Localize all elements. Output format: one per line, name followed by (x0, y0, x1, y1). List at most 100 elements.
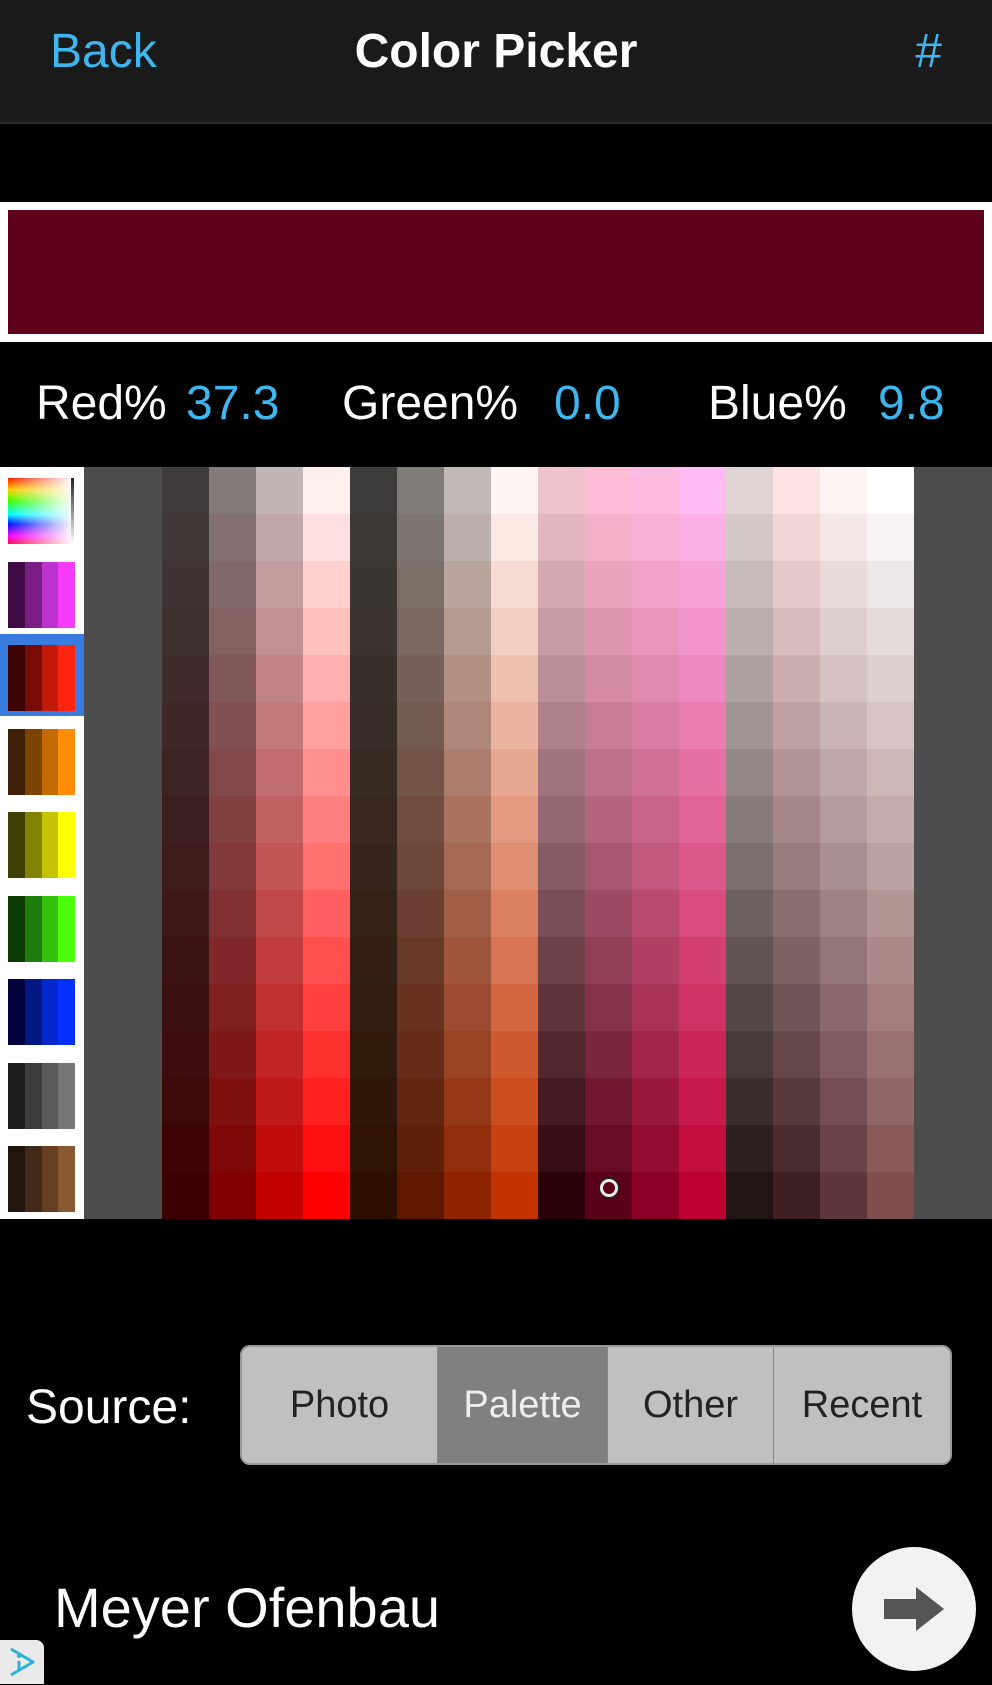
color-cell[interactable] (397, 702, 444, 749)
color-cell[interactable] (726, 937, 773, 984)
color-cell[interactable] (162, 1125, 209, 1172)
color-cell[interactable] (867, 467, 914, 514)
color-cell[interactable] (303, 1172, 350, 1219)
color-cell[interactable] (256, 1172, 303, 1219)
color-cell[interactable] (585, 937, 632, 984)
color-cell[interactable] (726, 796, 773, 843)
color-cell[interactable] (538, 1078, 585, 1125)
color-cell[interactable] (820, 749, 867, 796)
palette-blue[interactable] (0, 968, 84, 1050)
color-cell[interactable] (726, 608, 773, 655)
color-cell[interactable] (867, 561, 914, 608)
color-cell[interactable] (726, 655, 773, 702)
color-cell[interactable] (585, 608, 632, 655)
color-cell[interactable] (209, 1031, 256, 1078)
color-cell[interactable] (867, 890, 914, 937)
color-cell[interactable] (256, 561, 303, 608)
color-cell[interactable] (256, 749, 303, 796)
color-cell[interactable] (632, 514, 679, 561)
color-cell[interactable] (350, 843, 397, 890)
color-cell[interactable] (350, 608, 397, 655)
color-cell[interactable] (773, 890, 820, 937)
color-cell[interactable] (256, 796, 303, 843)
color-cell[interactable] (632, 843, 679, 890)
color-cell[interactable] (350, 937, 397, 984)
color-cell[interactable] (726, 1078, 773, 1125)
color-cell[interactable] (303, 561, 350, 608)
color-cell[interactable] (538, 1031, 585, 1078)
color-cell[interactable] (350, 561, 397, 608)
color-cell[interactable] (256, 514, 303, 561)
color-cell[interactable] (397, 1031, 444, 1078)
source-option-palette[interactable]: Palette (437, 1347, 607, 1463)
color-cell[interactable] (162, 984, 209, 1031)
color-cell[interactable] (162, 937, 209, 984)
palette-red[interactable] (0, 634, 84, 716)
color-cell[interactable] (585, 749, 632, 796)
color-cell[interactable] (538, 702, 585, 749)
color-cell[interactable] (820, 1078, 867, 1125)
color-cell[interactable] (867, 514, 914, 561)
color-cell[interactable] (350, 1078, 397, 1125)
color-cell[interactable] (303, 514, 350, 561)
color-cell[interactable] (867, 1125, 914, 1172)
color-cell[interactable] (820, 514, 867, 561)
color-cell[interactable] (256, 937, 303, 984)
color-cell[interactable] (397, 890, 444, 937)
color-cell[interactable] (679, 937, 726, 984)
color-cell[interactable] (773, 608, 820, 655)
color-cell[interactable] (585, 890, 632, 937)
color-cell[interactable] (867, 937, 914, 984)
color-cell[interactable] (209, 514, 256, 561)
hex-input-button[interactable]: # (915, 24, 942, 79)
color-cell[interactable] (773, 984, 820, 1031)
color-cell[interactable] (773, 1125, 820, 1172)
palette-orange[interactable] (0, 718, 84, 800)
color-cell[interactable] (444, 1125, 491, 1172)
color-cell[interactable] (726, 749, 773, 796)
color-grid[interactable] (162, 467, 914, 1219)
color-cell[interactable] (538, 796, 585, 843)
color-cell[interactable] (350, 655, 397, 702)
color-cell[interactable] (162, 843, 209, 890)
color-cell[interactable] (726, 702, 773, 749)
color-cell[interactable] (820, 561, 867, 608)
color-cell[interactable] (585, 561, 632, 608)
color-cell[interactable] (303, 1031, 350, 1078)
color-cell[interactable] (820, 702, 867, 749)
color-cell[interactable] (303, 608, 350, 655)
palette-purple[interactable] (0, 551, 84, 633)
color-cell[interactable] (820, 796, 867, 843)
color-cell[interactable] (773, 1078, 820, 1125)
color-cell[interactable] (820, 1125, 867, 1172)
color-cell[interactable] (538, 749, 585, 796)
color-cell[interactable] (256, 702, 303, 749)
color-cell[interactable] (444, 514, 491, 561)
color-cell[interactable] (397, 467, 444, 514)
color-cell[interactable] (209, 561, 256, 608)
color-cell[interactable] (256, 1031, 303, 1078)
color-cell[interactable] (632, 796, 679, 843)
color-cell[interactable] (867, 1078, 914, 1125)
color-cell[interactable] (585, 1125, 632, 1172)
color-cell[interactable] (679, 467, 726, 514)
color-cell[interactable] (538, 890, 585, 937)
color-cell[interactable] (350, 890, 397, 937)
color-cell[interactable] (820, 890, 867, 937)
color-cell[interactable] (256, 984, 303, 1031)
color-cell[interactable] (773, 561, 820, 608)
color-cell[interactable] (491, 467, 538, 514)
color-cell[interactable] (632, 890, 679, 937)
source-option-recent[interactable]: Recent (773, 1347, 950, 1463)
color-cell[interactable] (491, 984, 538, 1031)
color-cell[interactable] (585, 467, 632, 514)
color-cell[interactable] (773, 937, 820, 984)
color-cell[interactable] (491, 1125, 538, 1172)
color-cell[interactable] (538, 1172, 585, 1219)
color-cell[interactable] (585, 796, 632, 843)
color-cell[interactable] (867, 749, 914, 796)
color-cell[interactable] (397, 984, 444, 1031)
ad-info-badge[interactable] (0, 1640, 44, 1684)
color-cell[interactable] (397, 749, 444, 796)
color-cell[interactable] (679, 843, 726, 890)
